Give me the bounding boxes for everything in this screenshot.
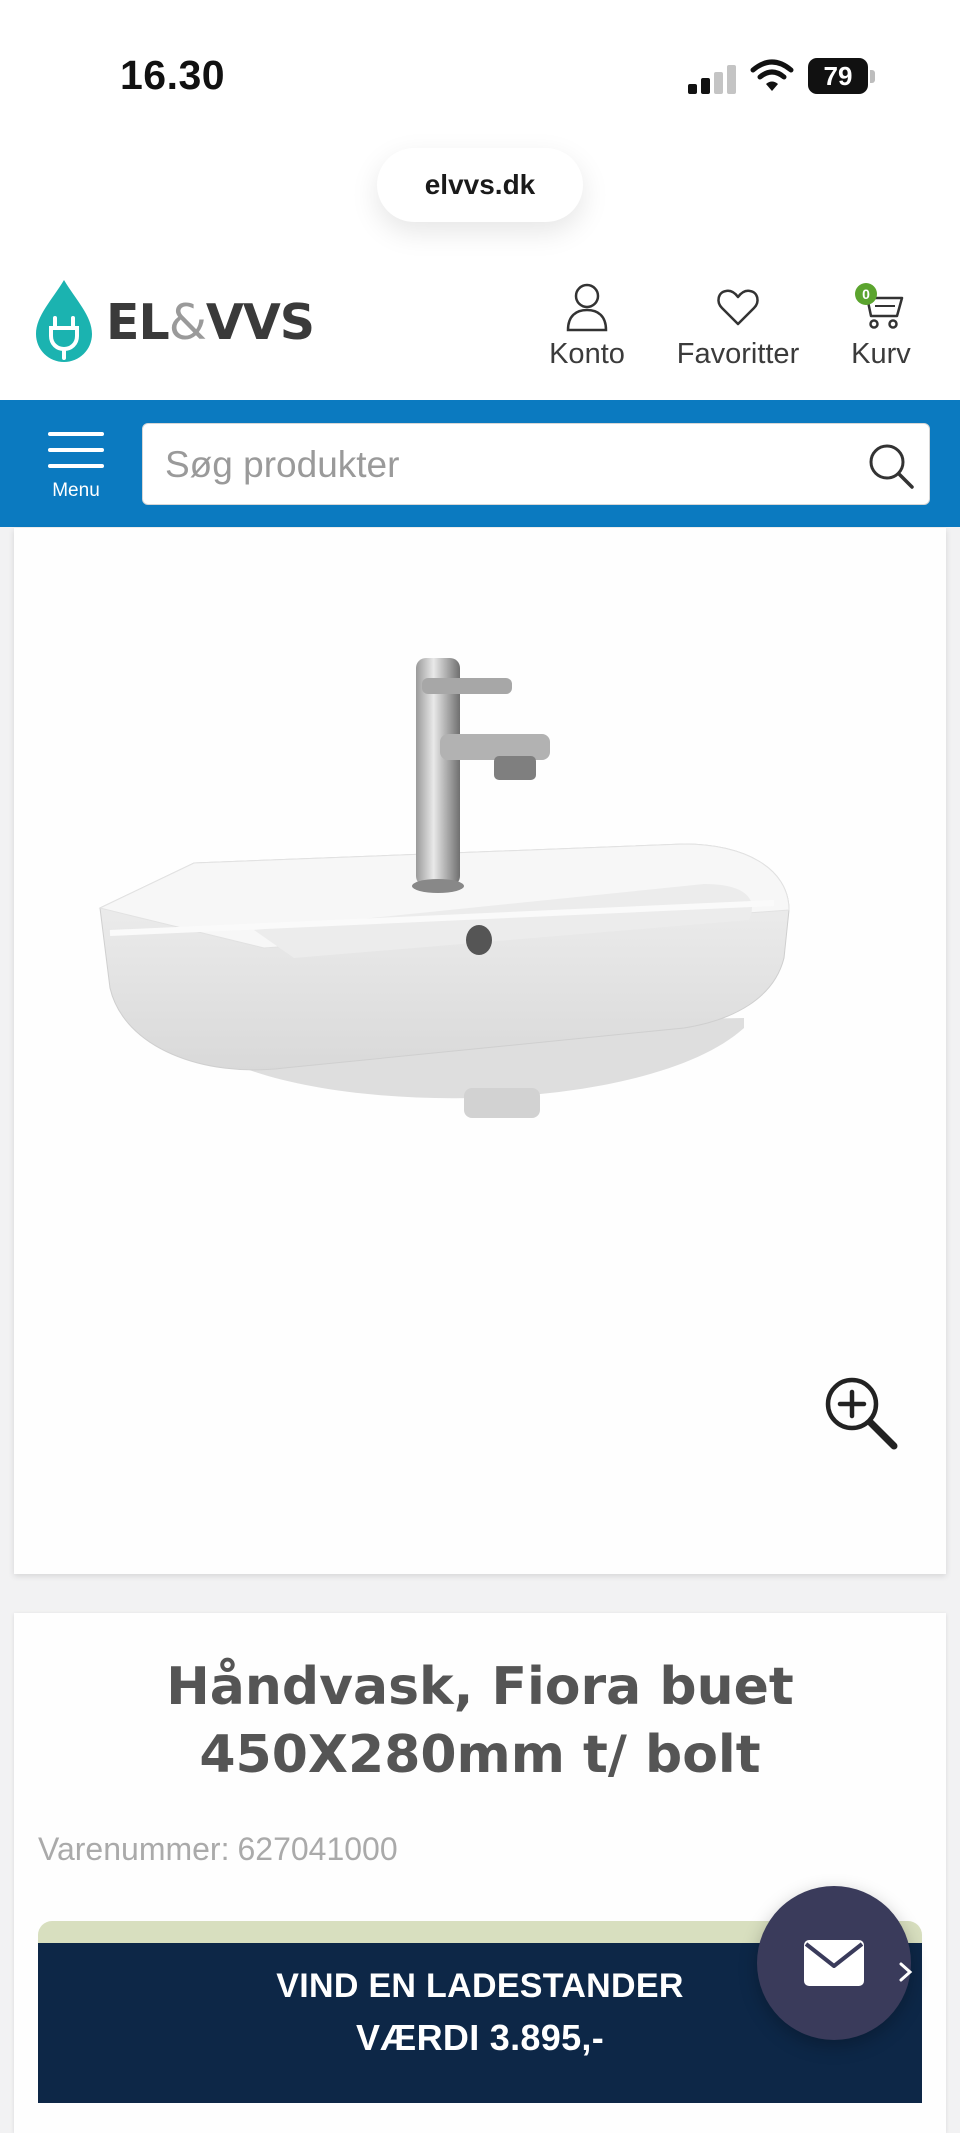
sku-label: Varenummer: [38, 1831, 230, 1867]
logo-text: EL&VVS [106, 294, 315, 351]
logo-drop-icon [36, 280, 92, 362]
heart-icon [717, 289, 759, 326]
sku-value: 627041000 [237, 1831, 398, 1867]
search-field[interactable] [142, 423, 930, 506]
favorites-button[interactable]: Favoritter [670, 282, 806, 371]
account-label: Konto [549, 338, 625, 370]
favorites-label: Favoritter [676, 338, 800, 370]
chevron-right-icon[interactable] [896, 1960, 916, 1984]
status-time: 16.30 [120, 52, 226, 98]
menu-label: Menu [52, 480, 100, 501]
wifi-icon [750, 59, 794, 91]
zoom-in-icon[interactable] [822, 1374, 902, 1454]
product-image [98, 658, 790, 1118]
user-icon [566, 283, 608, 332]
search-icon[interactable] [867, 442, 915, 490]
cellular-signal-icon [688, 64, 736, 94]
site-logo[interactable]: EL&VVS [34, 278, 315, 364]
cart-count-badge: 0 [855, 283, 877, 305]
account-button[interactable]: Konto [540, 282, 634, 371]
battery-icon: 79 [808, 58, 876, 96]
chat-button[interactable] [757, 1886, 911, 2040]
cart-label: Kurv [851, 338, 911, 370]
sku-line: Varenummer: 627041000 [38, 1831, 398, 1868]
search-input[interactable] [163, 424, 847, 506]
product-image-card[interactable] [14, 528, 946, 1574]
product-title: Håndvask, Fiora buet 450X280mm t/ bolt [166, 1657, 794, 1785]
battery-level: 79 [823, 61, 853, 91]
address-bar[interactable]: elvvs.dk [377, 148, 583, 222]
hamburger-icon [48, 432, 104, 436]
menu-button[interactable]: Menu [40, 428, 112, 508]
mail-icon [804, 1940, 864, 1986]
